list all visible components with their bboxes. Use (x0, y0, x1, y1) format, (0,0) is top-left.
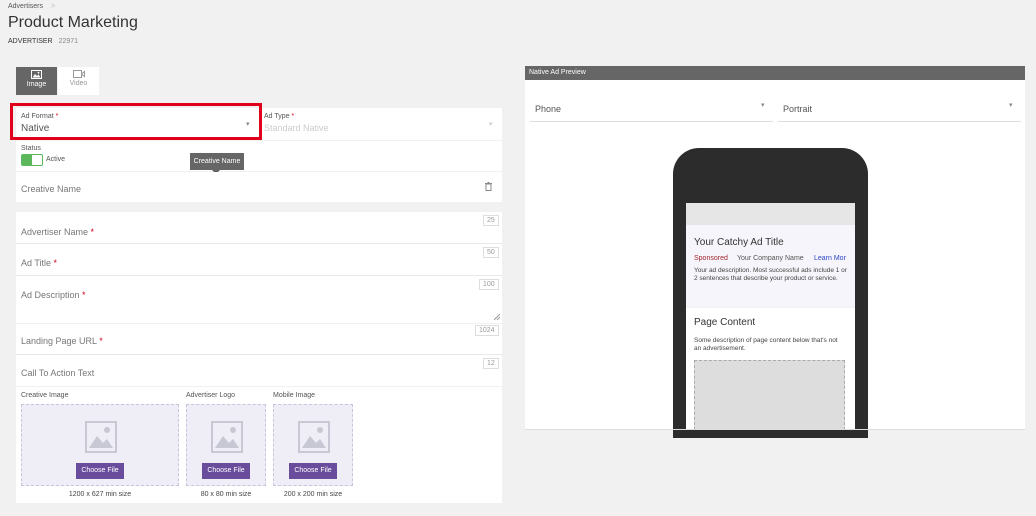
call-to-action-counter: 12 (483, 358, 499, 369)
image-placeholder-icon (85, 421, 117, 453)
divider (530, 121, 773, 122)
device-caret-icon[interactable]: ▾ (761, 101, 765, 109)
toggle-knob (32, 155, 42, 165)
preview-page-content-title: Page Content (694, 317, 756, 328)
orientation-caret-icon[interactable]: ▾ (1009, 101, 1013, 109)
ad-description-row (16, 276, 502, 323)
image-placeholder-icon (298, 421, 330, 453)
ad-type-select[interactable]: Standard Native (264, 123, 329, 133)
ad-format-highlight (10, 103, 262, 140)
ad-title-row (16, 244, 502, 275)
ad-type-label: Ad Type * (264, 113, 295, 120)
native-ad-preview-header: Native Ad Preview (525, 66, 1025, 80)
orientation-select[interactable]: Portrait (783, 104, 812, 114)
content-image-placeholder (694, 360, 845, 429)
status-row (16, 141, 502, 171)
trash-icon[interactable] (485, 182, 492, 191)
breadcrumb: Advertisers > (8, 3, 55, 10)
advertiser-logo-label: Advertiser Logo (186, 392, 236, 399)
status-value: Active (46, 156, 66, 163)
status-label: Status (21, 145, 41, 152)
ad-title-counter: 50 (483, 247, 499, 258)
image-icon (31, 70, 42, 79)
preview-company-name: Your Company Name (737, 255, 804, 262)
creative-image-choose-button[interactable]: Choose File (76, 463, 124, 479)
breadcrumb-separator: > (51, 3, 56, 10)
tab-video-label: Video (69, 80, 88, 87)
preview-ad-title: Your Catchy Ad Title (694, 237, 784, 248)
tab-image-label: Image (26, 81, 47, 88)
status-toggle[interactable] (21, 154, 43, 166)
ad-description-textarea[interactable]: Ad Description * (21, 290, 86, 300)
page-content-section: Page Content Some description of page co… (686, 308, 855, 429)
creative-image-label: Creative Image (21, 392, 69, 399)
ad-description-counter: 100 (479, 279, 499, 290)
preview-sponsored: Sponsored (694, 255, 728, 262)
creative-name-tooltip: Creative Name (190, 153, 244, 174)
page-title: Product Marketing (8, 14, 138, 31)
call-to-action-input[interactable]: Call To Action Text (21, 368, 94, 378)
divider (778, 121, 1021, 122)
device-select[interactable]: Phone (535, 104, 561, 114)
video-camera-icon (72, 70, 85, 78)
resize-handle-icon[interactable] (494, 314, 500, 320)
preview-learn-more-link[interactable]: Learn Mor (814, 255, 846, 262)
tab-image[interactable]: Image (16, 67, 57, 95)
preview-ad-description: Your ad description. Most successful ads… (694, 267, 847, 282)
ad-title-input[interactable]: Ad Title * (21, 258, 57, 268)
phone-status-bar (686, 203, 855, 225)
advertiser-label: ADVERTISER (8, 38, 53, 45)
creative-name-input[interactable]: Creative Name (21, 184, 81, 194)
advertiser-id: 22971 (58, 38, 79, 45)
advertiser-name-input[interactable]: Advertiser Name * (21, 227, 94, 237)
creative-image-size-note: 1200 x 627 min size (68, 491, 132, 498)
mobile-image-size-note: 200 x 200 min size (283, 491, 343, 498)
tab-video[interactable]: Video (58, 67, 99, 95)
preview-page-content-desc: Some description of page content below t… (694, 337, 838, 352)
advertiser-name-counter: 25 (483, 215, 499, 226)
image-placeholder-icon (211, 421, 243, 453)
landing-page-url-counter: 1024 (475, 325, 499, 336)
breadcrumb-advertisers-link[interactable]: Advertisers (8, 3, 43, 10)
advertiser-logo-choose-button[interactable]: Choose File (202, 463, 250, 479)
landing-page-url-input[interactable]: Landing Page URL * (21, 336, 103, 346)
native-ad-card: Your Catchy Ad Title Sponsored Your Comp… (686, 225, 855, 307)
ad-type-caret-icon[interactable]: ▾ (489, 120, 493, 128)
mobile-image-label: Mobile Image (273, 392, 316, 399)
creative-name-row (16, 172, 502, 202)
divider (525, 429, 1025, 430)
phone-screen: Your Catchy Ad Title Sponsored Your Comp… (686, 203, 855, 429)
advertiser-id-row: ADVERTISER 22971 (8, 38, 78, 45)
advertiser-logo-size-note: 80 x 80 min size (200, 491, 252, 498)
mobile-image-choose-button[interactable]: Choose File (289, 463, 337, 479)
